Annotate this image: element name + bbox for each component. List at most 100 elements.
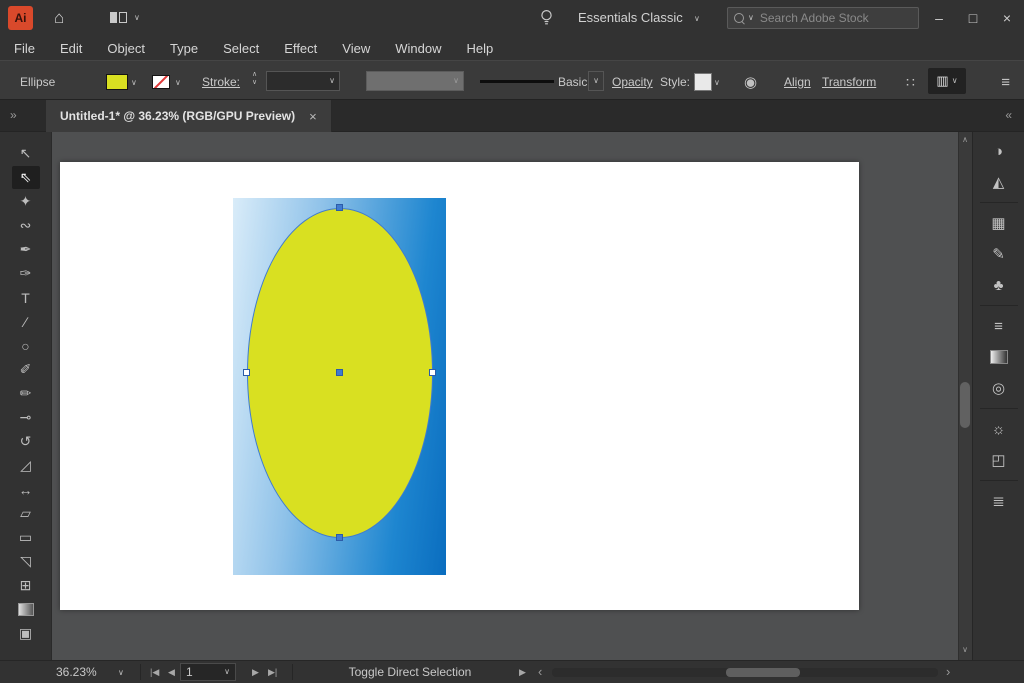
- anchor-handle-bottom[interactable]: [336, 534, 343, 541]
- next-artboard-button[interactable]: ▶: [252, 667, 259, 678]
- tool-rotate[interactable]: ↺: [12, 430, 40, 453]
- tool-magic-wand[interactable]: ✦: [12, 190, 40, 213]
- opacity-link[interactable]: Opacity: [612, 75, 653, 89]
- center-point-handle[interactable]: [336, 369, 343, 376]
- tool-gradient[interactable]: [12, 598, 40, 621]
- chevron-down-icon[interactable]: ∨: [714, 79, 720, 87]
- document-tab[interactable]: Untitled-1* @ 36.23% (RGB/GPU Preview) ×: [46, 100, 332, 132]
- tool-free-transform[interactable]: ▱: [12, 502, 40, 525]
- brush-definition-combo[interactable]: ∨: [366, 71, 464, 91]
- stepper-down-icon[interactable]: ∨: [252, 79, 257, 86]
- graphic-style-swatch[interactable]: [694, 73, 712, 91]
- recolor-artwork-icon[interactable]: ◉: [744, 73, 757, 91]
- stroke-panel-icon[interactable]: ≡: [984, 315, 1014, 337]
- color-panel-icon[interactable]: ◑: [984, 140, 1014, 162]
- maximize-button[interactable]: □: [956, 0, 990, 36]
- control-bar: Ellipse ∨ ∨ Stroke: ∧ ∨ ∨ ∨ Basic ∨ Opac…: [0, 60, 1024, 100]
- align-options-icon[interactable]: ∷: [906, 74, 916, 91]
- tool-eyedropper[interactable]: ⊸: [12, 406, 40, 429]
- variable-width-profile-label[interactable]: Basic: [558, 75, 587, 89]
- tool-ellipse[interactable]: ○: [12, 334, 40, 357]
- stepper-up-icon[interactable]: ∧: [252, 71, 257, 78]
- horizontal-scrollbar-thumb[interactable]: [726, 668, 800, 677]
- align-link[interactable]: Align: [784, 75, 811, 89]
- menu-object[interactable]: Object: [107, 41, 145, 56]
- adobe-stock-search[interactable]: ∨: [727, 7, 919, 29]
- artboard[interactable]: [60, 162, 859, 610]
- last-artboard-button[interactable]: ▶|: [268, 667, 277, 678]
- tab-close-icon[interactable]: ×: [309, 109, 317, 124]
- color-guide-panel-icon[interactable]: ◭: [984, 171, 1014, 193]
- anchor-handle-left[interactable]: [243, 369, 250, 376]
- scroll-left-icon[interactable]: ‹: [538, 664, 542, 679]
- isolate-selection-button[interactable]: ▥ ∨: [928, 68, 966, 94]
- tool-lasso[interactable]: ∾: [12, 214, 40, 237]
- arrange-documents-icon[interactable]: ∨: [110, 12, 140, 23]
- menu-edit[interactable]: Edit: [60, 41, 82, 56]
- layers-panel-icon[interactable]: ≣: [984, 490, 1014, 512]
- brushes-panel-icon[interactable]: ✎: [984, 243, 1014, 265]
- menu-window[interactable]: Window: [395, 41, 441, 56]
- transparency-panel-icon[interactable]: ◎: [984, 377, 1014, 399]
- tool-color-controls[interactable]: ▣: [12, 622, 40, 645]
- collapse-right-icon[interactable]: »: [10, 108, 17, 122]
- zoom-level[interactable]: 36.23%: [56, 665, 97, 679]
- tool-line-segment[interactable]: ∕: [12, 310, 40, 333]
- tool-artboard[interactable]: ▭: [12, 526, 40, 549]
- stroke-weight-combo[interactable]: ∨: [266, 71, 340, 91]
- tool-scale[interactable]: ◿: [12, 454, 40, 477]
- discover-lightbulb-icon[interactable]: [540, 9, 553, 30]
- scroll-up-icon[interactable]: ∧: [958, 135, 972, 144]
- chevron-down-icon[interactable]: ∨: [224, 668, 230, 676]
- zoom-dropdown-icon[interactable]: ∨: [118, 669, 124, 677]
- workspace-switcher[interactable]: Essentials Classic: [578, 10, 683, 25]
- stroke-weight-stepper[interactable]: ∧ ∨: [252, 71, 257, 86]
- previous-artboard-button[interactable]: ◀: [168, 667, 175, 678]
- vertical-scrollbar-thumb[interactable]: [960, 382, 970, 428]
- symbols-panel-icon[interactable]: ♣: [984, 274, 1014, 296]
- scroll-right-icon[interactable]: ›: [946, 664, 950, 679]
- swatches-panel-icon[interactable]: ▦: [984, 212, 1014, 234]
- close-button[interactable]: ×: [990, 0, 1024, 36]
- stroke-link[interactable]: Stroke:: [202, 75, 240, 89]
- tool-type[interactable]: T: [12, 286, 40, 309]
- search-input[interactable]: [758, 10, 912, 26]
- status-expand-icon[interactable]: ▶: [519, 667, 526, 678]
- stroke-color-swatch[interactable]: [152, 75, 170, 89]
- collapse-left-icon[interactable]: «: [1005, 108, 1012, 122]
- chevron-down-icon: ∨: [134, 14, 140, 22]
- menu-type[interactable]: Type: [170, 41, 198, 56]
- tool-width[interactable]: ↔: [12, 478, 40, 501]
- variable-width-profile-combo[interactable]: ∨: [588, 71, 604, 91]
- tool-paintbrush[interactable]: ✐: [12, 358, 40, 381]
- menu-help[interactable]: Help: [466, 41, 493, 56]
- scroll-down-icon[interactable]: ∨: [958, 645, 972, 654]
- tool-shaper[interactable]: ✏: [12, 382, 40, 405]
- gradient-panel-icon[interactable]: [984, 346, 1014, 368]
- chevron-down-icon[interactable]: ∨: [694, 15, 700, 23]
- anchor-handle-right[interactable]: [429, 369, 436, 376]
- transform-link[interactable]: Transform: [822, 75, 876, 89]
- control-panel-menu-icon[interactable]: ≡: [1001, 74, 1010, 91]
- menu-file[interactable]: File: [14, 41, 35, 56]
- tool-mesh[interactable]: ⊞: [12, 574, 40, 597]
- home-icon[interactable]: ⌂: [54, 8, 64, 28]
- first-artboard-button[interactable]: |◀: [150, 667, 159, 678]
- menu-view[interactable]: View: [342, 41, 370, 56]
- artboard-navigation-field[interactable]: 1 ∨: [180, 663, 236, 681]
- menu-effect[interactable]: Effect: [284, 41, 317, 56]
- fill-color-swatch[interactable]: [106, 74, 128, 90]
- tool-perspective-grid[interactable]: ◹: [12, 550, 40, 573]
- chevron-down-icon[interactable]: ∨: [175, 79, 181, 87]
- appearance-panel-icon[interactable]: ☼: [984, 418, 1014, 440]
- tool-curvature[interactable]: ✑: [12, 262, 40, 285]
- graphic-styles-panel-icon[interactable]: ◰: [984, 449, 1014, 471]
- minimize-button[interactable]: –: [922, 0, 956, 36]
- tool-selection[interactable]: ↖: [12, 142, 40, 165]
- chevron-down-icon[interactable]: ∨: [131, 79, 137, 87]
- menu-select[interactable]: Select: [223, 41, 259, 56]
- chevron-down-icon: ∨: [952, 77, 958, 85]
- tool-direct-selection[interactable]: ⇖: [12, 166, 40, 189]
- anchor-handle-top[interactable]: [336, 204, 343, 211]
- tool-pen[interactable]: ✒: [12, 238, 40, 261]
